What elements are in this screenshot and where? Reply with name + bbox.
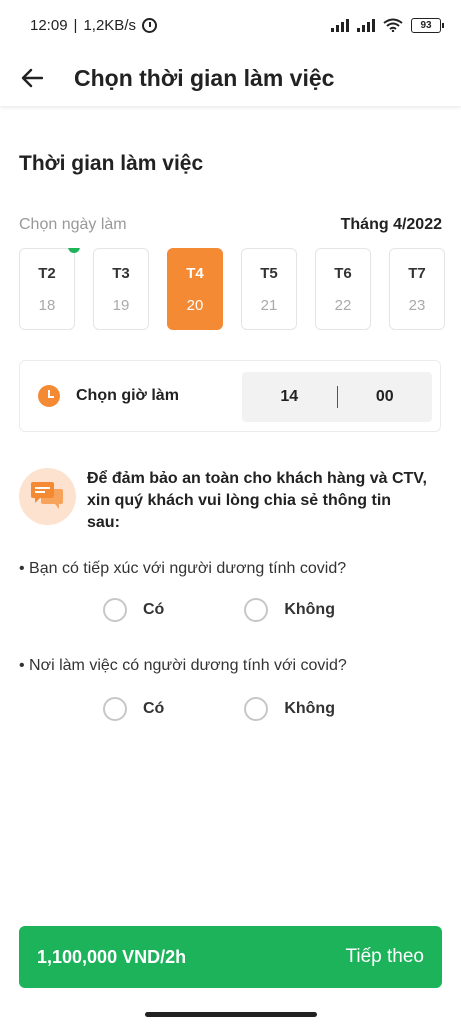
- day-card-t3[interactable]: T3 19: [93, 248, 149, 330]
- status-bar: 12:09 | 1,2KB/s 93: [0, 0, 461, 50]
- clock-icon: [38, 385, 60, 407]
- day-date: 23: [408, 296, 426, 314]
- minute-selector[interactable]: 00: [338, 388, 433, 406]
- day-selector: T2 18 T3 19 T4 20 T5 21 T6 22 T7 23: [19, 248, 461, 332]
- battery-level: 93: [420, 19, 432, 31]
- time-picker-card: Chọn giờ làm 14 00: [19, 360, 441, 432]
- question-workplace-covid: • Nơi làm việc có người dương tính với c…: [19, 657, 347, 674]
- day-card-t4[interactable]: T4 20: [167, 248, 223, 330]
- day-name: T4: [186, 264, 204, 282]
- q2-option-no[interactable]: Không: [244, 697, 335, 721]
- hour-selector[interactable]: 14: [242, 388, 337, 406]
- next-button[interactable]: 1,100,000 VND/2h Tiếp theo: [19, 926, 442, 988]
- section-title: Thời gian làm việc: [19, 152, 204, 175]
- signal-icon: [331, 18, 349, 32]
- signal-icon-2: [357, 18, 375, 32]
- radio-button[interactable]: [244, 697, 269, 721]
- radio-button[interactable]: [244, 598, 269, 622]
- battery-icon: 93: [411, 17, 444, 33]
- option-label: Có: [143, 700, 165, 717]
- wifi-icon: [383, 18, 403, 32]
- radio-button[interactable]: [103, 598, 127, 622]
- day-date: 21: [260, 296, 278, 314]
- notice-text: Để đảm bảo an toàn cho khách hàng và CTV…: [87, 470, 427, 531]
- radio-button[interactable]: [103, 697, 127, 721]
- question-covid-contact: • Bạn có tiếp xúc với người dương tính c…: [19, 560, 347, 577]
- q1-option-yes[interactable]: Có: [103, 598, 164, 622]
- time-input-box: 14 00: [242, 372, 432, 422]
- page-title: Chọn thời gian làm việc: [74, 64, 335, 91]
- status-left: 12:09 | 1,2KB/s: [30, 17, 157, 34]
- back-arrow-icon[interactable]: [12, 58, 52, 98]
- next-label: Tiếp theo: [345, 946, 424, 967]
- day-card-t7[interactable]: T7 23: [389, 248, 445, 330]
- day-date: 18: [38, 296, 56, 314]
- day-card-t6[interactable]: T6 22: [315, 248, 371, 330]
- question-1-options: Có Không: [103, 598, 335, 622]
- status-right: 93: [331, 17, 444, 33]
- day-card-t2[interactable]: T2 18: [19, 248, 80, 330]
- price-label: 1,100,000 VND/2h: [37, 946, 187, 967]
- day-card-t5[interactable]: T5 21: [241, 248, 297, 330]
- day-date: 19: [112, 296, 130, 314]
- q2-option-yes[interactable]: Có: [103, 697, 164, 721]
- day-name: T6: [334, 264, 352, 282]
- question-2-options: Có Không: [103, 697, 335, 721]
- time-label: Chọn giờ làm: [76, 387, 179, 404]
- option-label: Không: [284, 700, 335, 717]
- day-name: T7: [408, 264, 426, 282]
- app-bar: Chọn thời gian làm việc: [0, 50, 461, 106]
- home-indicator[interactable]: [145, 1012, 317, 1017]
- network-speed: 1,2KB/s: [83, 16, 136, 34]
- day-date: 20: [186, 296, 204, 314]
- q1-option-no[interactable]: Không: [244, 598, 335, 622]
- option-label: Không: [284, 601, 335, 618]
- status-time: 12:09: [30, 16, 68, 34]
- option-label: Có: [143, 601, 165, 618]
- today-indicator-dot: [68, 248, 80, 253]
- day-date: 22: [334, 296, 352, 314]
- day-name: T5: [260, 264, 278, 282]
- month-label: Tháng 4/2022: [340, 216, 442, 233]
- status-divider: |: [73, 16, 78, 34]
- choose-day-label: Chọn ngày làm: [19, 216, 127, 233]
- day-name: T2: [38, 264, 56, 282]
- day-name: T3: [112, 264, 130, 282]
- alarm-icon: [141, 17, 157, 33]
- chat-bubbles-icon: [19, 468, 76, 525]
